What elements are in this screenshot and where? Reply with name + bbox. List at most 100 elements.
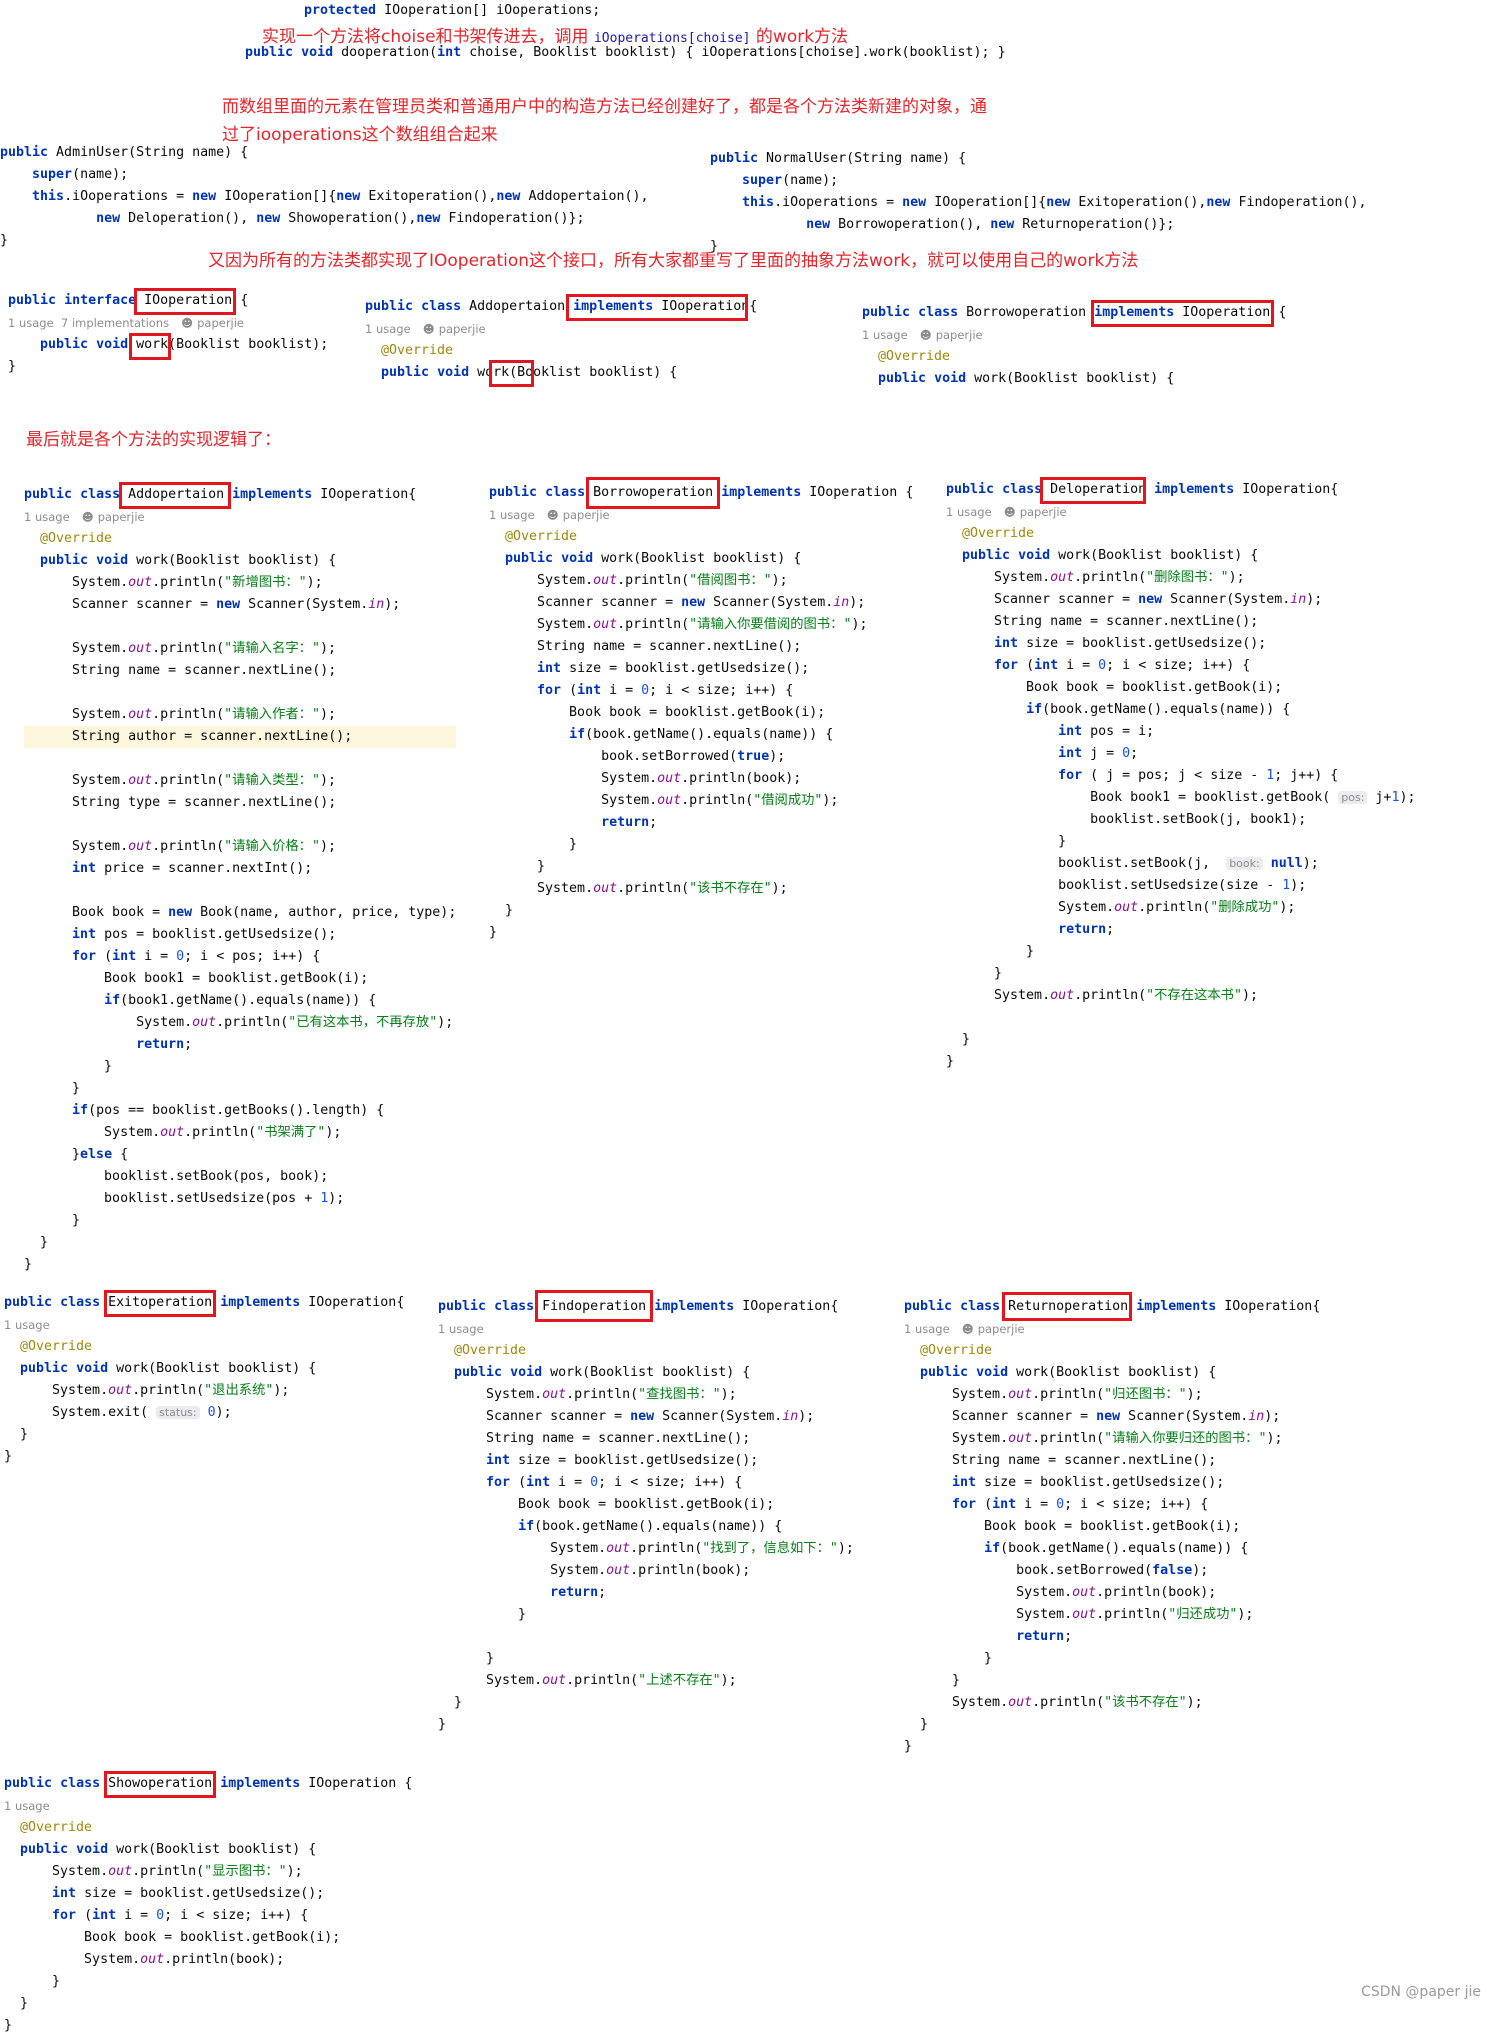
code-line: String name = scanner.nextLine(); — [489, 639, 802, 654]
code-line: } — [946, 944, 1035, 959]
code-line: } — [4, 1427, 29, 1442]
code-line: Book book1 = booklist.getBook( pos: j+1)… — [946, 790, 1416, 805]
code-line: 1 usage — [4, 1795, 412, 1817]
user-icon: ☻ — [919, 328, 932, 342]
code-line: public class Findoperation implements IO… — [438, 1299, 839, 1314]
code-line: public void work(Booklist booklist) { — [381, 365, 678, 380]
code-line: Scanner scanner = new Scanner(System.in)… — [904, 1409, 1281, 1424]
code-line: return; — [1016, 1629, 1073, 1644]
code-line: int size = booklist.getUsedsize(); — [52, 1886, 325, 1901]
code-line: } — [24, 1081, 81, 1096]
code-line: System.out.println(book); — [489, 771, 802, 786]
usage-hint: 1 usage — [24, 510, 70, 524]
param-hint-book: book: — [1226, 857, 1263, 870]
code-line: booklist.setUsedsize(pos + 1); — [24, 1191, 345, 1206]
code-line: if(book1.getName().equals(name)) { — [104, 993, 377, 1008]
code-line: new Borrowoperation(), new Returnoperati… — [806, 217, 1175, 232]
code-line: int size = booklist.getUsedsize(); — [486, 1453, 759, 1468]
author-hint: paperjie — [977, 1322, 1025, 1336]
code-line: String name = scanner.nextLine(); — [946, 614, 1259, 629]
code-line: Book book = booklist.getBook(i); — [489, 705, 826, 720]
code-line: } — [8, 359, 17, 374]
code-line: @Override — [505, 529, 578, 544]
code-line: public void work(Booklist booklist) { — [454, 1365, 751, 1380]
code-line: 1 usage ☻ paperjie — [365, 318, 757, 340]
usage-hint: 1 usage — [862, 328, 908, 342]
code-line: int size = booklist.getUsedsize(); — [537, 661, 810, 676]
code-line: if(book.getName().equals(name)) { — [984, 1541, 1249, 1556]
code-line: 1 usage — [438, 1318, 854, 1340]
snippet-ioperation-interface: public interface IOoperation {1 usage 7 … — [8, 290, 328, 378]
code-line: } — [438, 1717, 447, 1732]
code-line: } — [4, 1449, 13, 1464]
code-line: System.out.println("请输入名字："); — [24, 641, 336, 656]
usage-hint: 1 usage — [4, 1799, 50, 1813]
code-line: } — [4, 1996, 29, 2011]
code-line: } — [4, 2018, 13, 2033]
snippet-dooperation-method: public void dooperation(int choise, Book… — [245, 42, 1006, 64]
usage-hint: 1 usage — [365, 322, 411, 336]
code-line: int j = 0; — [1058, 746, 1139, 761]
code-line: @Override — [878, 349, 951, 364]
code-line: System.out.println("请输入价格："); — [24, 839, 336, 854]
code-line: booklist.setUsedsize(size - 1); — [946, 878, 1307, 893]
code-line: 1 usage ☻ paperjie — [489, 504, 913, 526]
code-line: System.out.println("不存在这本书"); — [946, 988, 1258, 1003]
code-line: for (int i = 0; i < size; i++) { — [486, 1475, 743, 1490]
code-line: System.out.println("请输入你要借阅的图书："); — [489, 617, 868, 632]
code-line: @Override — [962, 526, 1035, 541]
code-line: super(name); — [742, 173, 839, 188]
snippet-field-declaration: protected IOoperation[] iOoperations; — [304, 0, 600, 22]
code-line: Scanner scanner = new Scanner(System.in)… — [438, 1409, 815, 1424]
code-line: System.out.println(book); — [4, 1952, 285, 1967]
code-line: @Override — [20, 1339, 93, 1354]
user-icon: ☻ — [81, 510, 94, 524]
author-hint: paperjie — [562, 508, 610, 522]
param-hint-pos: pos: — [1338, 791, 1368, 804]
usage-hint: 1 usage — [946, 505, 992, 519]
code-line: 1 usage ☻ paperjie — [862, 324, 1286, 346]
code-line: public void work(Booklist booklist) { — [20, 1361, 317, 1376]
code-line: if(book.getName().equals(name)) { — [518, 1519, 783, 1534]
code-line: protected IOoperation[] iOoperations; — [304, 3, 601, 18]
code-line: System.out.println(book); — [904, 1585, 1217, 1600]
snippet-returnoperation: public class Returnoperation implements … — [904, 1296, 1320, 1758]
code-line: public class Showoperation implements IO… — [4, 1776, 413, 1791]
csdn-watermark: CSDN @paper jie — [1361, 1984, 1481, 2000]
user-icon: ☻ — [961, 1322, 974, 1336]
code-line: booklist.setBook(j, book: null); — [946, 856, 1319, 871]
code-line: } — [489, 925, 498, 940]
code-line: book.setBorrowed(false); — [904, 1563, 1209, 1578]
snippet-findoperation: public class Findoperation implements IO… — [438, 1296, 854, 1736]
code-line: Book book = booklist.getBook(i); — [438, 1497, 775, 1512]
snippet-showoperation: public class Showoperation implements IO… — [4, 1773, 412, 2037]
code-line: System.out.println("找到了，信息如下："); — [438, 1541, 854, 1556]
user-icon: ☻ — [546, 508, 559, 522]
code-line: System.out.println("退出系统"); — [4, 1383, 290, 1398]
code-line: int price = scanner.nextInt(); — [72, 861, 313, 876]
code-line: booklist.setBook(j, book1); — [946, 812, 1307, 827]
code-line: System.out.println(book); — [438, 1563, 751, 1578]
code-line: System.out.println("请输入你要归还的图书："); — [904, 1431, 1283, 1446]
code-line: return; — [601, 815, 658, 830]
code-line: } — [489, 837, 578, 852]
code-line: 1 usage ☻ paperjie — [946, 501, 1415, 523]
code-line: } — [946, 1032, 971, 1047]
code-line: public class Deloperation implements IOo… — [946, 482, 1339, 497]
code-line: public NormalUser(String name) { — [710, 151, 967, 166]
code-line: for (int i = 0; i < size; i++) { — [52, 1908, 309, 1923]
code-line: public void work(Booklist booklist); — [40, 337, 329, 352]
code-line: Book book = new Book(name, author, price… — [24, 905, 457, 920]
author-hint: paperjie — [97, 510, 145, 524]
code-line: @Override — [454, 1343, 527, 1358]
code-line: @Override — [381, 343, 454, 358]
param-hint-status: status: — [156, 1406, 200, 1419]
code-line: } — [904, 1651, 993, 1666]
code-line: @Override — [920, 1343, 993, 1358]
code-line: this.iOoperations = new IOoperation[]{ne… — [32, 189, 649, 204]
code-line: for (int i = 0; i < size; i++) { — [952, 1497, 1209, 1512]
code-line: } — [489, 859, 546, 874]
